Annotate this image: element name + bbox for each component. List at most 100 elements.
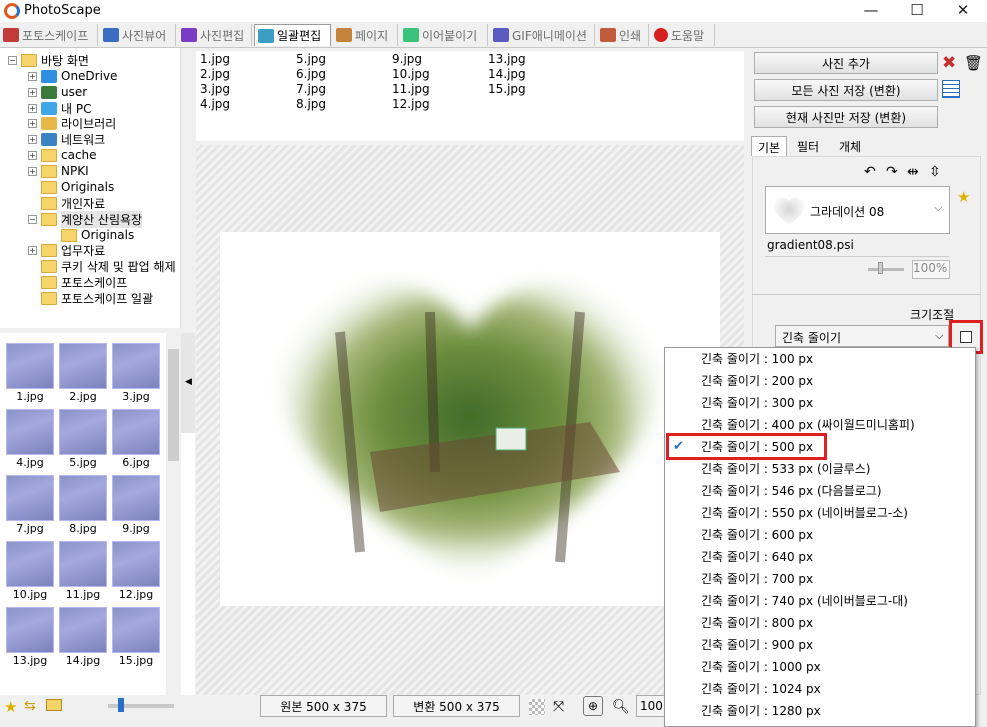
resize-option[interactable]: 긴축 줄이기 : 700 px — [665, 568, 975, 590]
subtab-filter[interactable]: 필터 — [791, 136, 825, 156]
thumbnail-panel[interactable]: 1.jpg 2.jpg 3.jpg 4.jpg 5.jpg 6.jpg 7.jpg 8.jpg… — [0, 333, 195, 695]
file-list-item[interactable]: 3.jpg — [200, 82, 230, 97]
expand-toggle-icon[interactable]: + — [28, 134, 37, 144]
favorite-star-icon[interactable]: ★ — [957, 188, 970, 206]
file-list-item[interactable]: 11.jpg — [392, 82, 430, 97]
thumbnail-item[interactable]: 7.jpg — [6, 475, 54, 535]
close-button[interactable]: ✕ — [940, 0, 986, 22]
list-view-icon[interactable] — [942, 80, 960, 98]
expand-toggle-icon[interactable]: + — [28, 118, 37, 128]
zoom-level[interactable]: 100 — [636, 695, 666, 717]
minimize-button[interactable]: — — [848, 0, 894, 22]
resize-option[interactable]: 긴축 줄이기 : 640 px — [665, 546, 975, 568]
expand-toggle-icon[interactable]: + — [28, 150, 37, 160]
save-all-button[interactable]: 모든 사진 저장 (변환) — [754, 79, 938, 101]
frame-gradient-select[interactable]: 그라데이션 08 ⌵ — [765, 186, 950, 234]
file-list[interactable]: 1.jpg 2.jpg 3.jpg 4.jpg 5.jpg 6.jpg 7.jpg 8.jpg… — [196, 51, 744, 141]
zoom-icon[interactable]: 🔍︎ — [612, 699, 630, 715]
tab-help[interactable]: 도움말 — [651, 24, 715, 46]
file-list-item[interactable]: 10.jpg — [392, 67, 430, 82]
actual-size-icon[interactable]: ⊕ — [583, 696, 603, 716]
opacity-value[interactable]: 100% — [912, 260, 950, 279]
resize-option[interactable]: 긴축 줄이기 : 1024 px — [665, 678, 975, 700]
tab-viewer[interactable]: 사진뷰어 — [100, 24, 176, 46]
file-list-item[interactable]: 6.jpg — [296, 67, 326, 82]
tab-editor[interactable]: 사진편집 — [178, 24, 252, 46]
thumbnail-size-slider-handle[interactable] — [118, 698, 124, 712]
rotate-arrows-icon[interactable]: ⇆ — [24, 698, 36, 714]
expand-toggle-icon[interactable]: − — [8, 55, 17, 65]
resize-option[interactable]: 긴축 줄이기 : 800 px — [665, 612, 975, 634]
subtab-basic[interactable]: 기본 — [751, 136, 788, 156]
folder-tree[interactable]: − 바탕 화면 + OneDrive + user + 내 PC + 라이브러리 + 네트워크 + cac… — [0, 48, 181, 328]
expand-toggle-icon[interactable]: + — [28, 245, 37, 255]
rotate-left-icon[interactable]: ↶ — [864, 164, 876, 180]
tree-item[interactable]: + 라이브러리 — [28, 115, 116, 131]
thumbnail-item[interactable]: 5.jpg — [59, 409, 107, 469]
resize-option[interactable]: 긴축 줄이기 : 550 px (네이버블로그-소) — [665, 502, 975, 524]
tree-item[interactable]: + 네트워크 — [28, 131, 105, 147]
resize-dropdown-menu[interactable]: 긴축 줄이기 : 100 px 긴축 줄이기 : 200 px 긴축 줄이기 : 3… — [664, 347, 976, 727]
expand-toggle-icon[interactable]: + — [28, 103, 37, 113]
tree-item[interactable]: 개인자료 — [28, 195, 105, 211]
favorite-star-icon[interactable]: ★ — [4, 698, 17, 716]
subtab-object[interactable]: 개체 — [833, 136, 867, 156]
tree-item[interactable]: 포토스케이프 — [28, 274, 127, 290]
resize-option[interactable]: 긴축 줄이기 : 740 px (네이버블로그-대) — [665, 590, 975, 612]
thumbnail-item[interactable]: 8.jpg — [59, 475, 107, 535]
resize-option[interactable]: 긴축 줄이기 : 546 px (다음블로그) — [665, 480, 975, 502]
thumbnail-item[interactable]: 9.jpg — [112, 475, 160, 535]
opacity-slider[interactable] — [868, 268, 904, 271]
file-list-item[interactable]: 15.jpg — [488, 82, 526, 97]
thumbnail-item[interactable]: 15.jpg — [112, 607, 160, 667]
resize-option[interactable]: 긴축 줄이기 : 1280 px — [665, 700, 975, 722]
resize-option[interactable]: 긴축 줄이기 : 533 px (이글루스) — [665, 458, 975, 480]
tree-item[interactable]: − 계양산 산림욕장 — [28, 210, 143, 228]
thumbnail-item[interactable]: 13.jpg — [6, 607, 54, 667]
file-list-item[interactable]: 2.jpg — [200, 67, 230, 82]
maximize-button[interactable]: ☐ — [894, 0, 940, 22]
file-list-item[interactable]: 13.jpg — [488, 52, 526, 67]
tree-item[interactable]: + NPKI — [28, 163, 89, 179]
thumbnail-item[interactable]: 6.jpg — [112, 409, 160, 469]
file-list-item[interactable]: 8.jpg — [296, 97, 326, 112]
save-current-button[interactable]: 현재 사진만 저장 (변환) — [754, 106, 938, 128]
tab-page[interactable]: 페이지 — [333, 24, 398, 46]
file-list-item[interactable]: 5.jpg — [296, 52, 326, 67]
resize-select[interactable]: 긴축 줄이기 — [775, 325, 949, 347]
thumbnail-item[interactable]: 10.jpg — [6, 541, 54, 601]
thumbnail-item[interactable]: 2.jpg — [59, 343, 107, 403]
file-list-item[interactable]: 12.jpg — [392, 97, 430, 112]
fit-screen-icon[interactable]: ⤧ — [553, 699, 564, 715]
tree-item[interactable]: + user — [28, 84, 87, 100]
resize-option[interactable]: 긴축 줄이기 : 1000 px — [665, 656, 975, 678]
expand-toggle-icon[interactable]: + — [28, 87, 37, 97]
file-list-item[interactable]: 14.jpg — [488, 67, 526, 82]
flip-horizontal-icon[interactable]: ⇹ — [907, 164, 919, 180]
expand-toggle-icon[interactable]: + — [28, 71, 37, 81]
resize-option[interactable]: 긴축 줄이기 : 200 px — [665, 370, 975, 392]
tree-item[interactable]: + 업무자료 — [28, 242, 105, 258]
resize-option[interactable]: 긴축 줄이기 : 600 px — [665, 524, 975, 546]
tree-item[interactable]: 쿠키 삭제 및 팝업 해제 — [28, 258, 176, 274]
tree-item[interactable]: 포토스케이프 일괄 — [28, 290, 153, 306]
resize-option[interactable]: 긴축 줄이기 : 900 px — [665, 634, 975, 656]
open-folder-icon[interactable] — [46, 699, 62, 711]
resize-option[interactable]: 긴축 줄이기 : 300 px — [665, 392, 975, 414]
resize-option[interactable]: 긴축 줄이기 : 100 px — [665, 348, 975, 370]
tree-item[interactable]: Originals — [28, 179, 114, 195]
thumbnail-scrollbar-thumb[interactable] — [168, 349, 179, 461]
file-list-item[interactable]: 7.jpg — [296, 82, 326, 97]
file-list-item[interactable]: 1.jpg — [200, 52, 230, 67]
tree-item[interactable]: + cache — [28, 147, 97, 163]
thumbnail-item[interactable]: 4.jpg — [6, 409, 54, 469]
file-list-item[interactable]: 9.jpg — [392, 52, 422, 67]
add-photo-button[interactable]: 사진 추가 — [754, 52, 938, 74]
rotate-right-icon[interactable]: ↷ — [886, 164, 898, 180]
panel-collapse-handle[interactable]: ◀ — [181, 333, 195, 433]
transparency-toggle-icon[interactable] — [529, 699, 545, 715]
tab-photoscape[interactable]: 포토스케이프 — [0, 24, 98, 46]
tab-combine[interactable]: 이어붙이기 — [400, 24, 488, 46]
expand-toggle-icon[interactable]: + — [28, 166, 37, 176]
delete-x-icon[interactable]: ✖ — [942, 54, 960, 72]
